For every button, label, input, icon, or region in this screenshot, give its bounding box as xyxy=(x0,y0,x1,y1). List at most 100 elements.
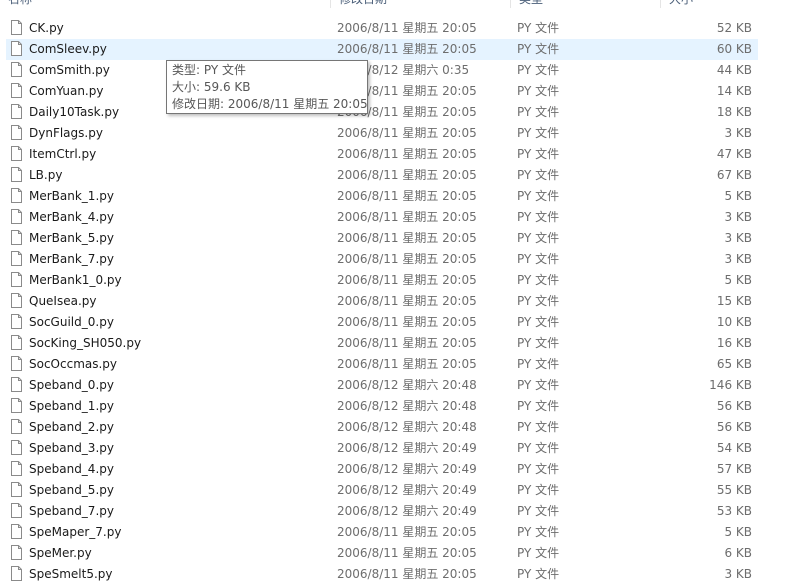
file-row[interactable]: SocKing_SH050.py 2006/8/11 星期五 20:05 PY 文件… xyxy=(6,333,758,354)
file-row[interactable]: CK.py 2006/8/11 星期五 20:05 PY 文件 52 KB xyxy=(6,18,758,39)
file-row[interactable]: SocGuild_0.py 2006/8/11 星期五 20:05 PY 文件 10 … xyxy=(6,312,758,333)
file-row[interactable]: QueIsea.py 2006/8/11 星期五 20:05 PY 文件 15 KB xyxy=(6,291,758,312)
file-modified-date: 2006/8/11 星期五 20:05 xyxy=(337,42,477,56)
py-file-icon xyxy=(11,398,22,413)
file-type: PY 文件 xyxy=(517,546,560,560)
file-row[interactable]: Speband_5.py 2006/8/12 星期六 20:49 PY 文件 55 K… xyxy=(6,480,758,501)
file-name: MerBank_7.py xyxy=(29,252,114,266)
py-file-icon xyxy=(11,461,22,476)
py-file-icon xyxy=(11,20,22,35)
file-type: PY 文件 xyxy=(517,483,560,497)
file-row[interactable]: MerBank_7.py 2006/8/11 星期五 20:05 PY 文件 3 KB xyxy=(6,249,758,270)
file-name: MerBank_4.py xyxy=(29,210,114,224)
file-type: PY 文件 xyxy=(517,399,560,413)
file-row[interactable]: ComYuan.py 2006/8/11 星期五 20:05 PY 文件 14 KB xyxy=(6,81,758,102)
file-row[interactable]: LB.py 2006/8/11 星期五 20:05 PY 文件 67 KB xyxy=(6,165,758,186)
file-modified-date: 2006/8/11 星期五 20:05 xyxy=(337,525,477,539)
py-file-icon xyxy=(11,377,22,392)
file-modified-date: 2006/8/12 星期六 20:49 xyxy=(337,504,477,518)
py-file-icon xyxy=(11,104,22,119)
file-type: PY 文件 xyxy=(517,441,560,455)
file-row[interactable]: Speband_1.py 2006/8/12 星期六 20:48 PY 文件 56 K… xyxy=(6,396,758,417)
py-file-icon xyxy=(11,293,22,308)
file-name: SpeMer.py xyxy=(29,546,92,560)
column-type-header[interactable]: 类型 xyxy=(510,0,659,8)
file-modified-date: 2006/8/11 星期五 20:05 xyxy=(337,126,477,140)
file-modified-date: 2006/8/11 星期五 20:05 xyxy=(337,147,477,161)
file-size: 5 KB xyxy=(724,525,752,539)
file-row[interactable]: MerBank_1.py 2006/8/11 星期五 20:05 PY 文件 5 KB xyxy=(6,186,758,207)
file-modified-date: 2006/8/12 星期六 20:48 xyxy=(337,399,477,413)
file-row[interactable]: ItemCtrl.py 2006/8/11 星期五 20:05 PY 文件 47 KB xyxy=(6,144,758,165)
file-name: ComYuan.py xyxy=(29,84,104,98)
file-modified-date: 2006/8/12 星期六 20:49 xyxy=(337,462,477,476)
py-file-icon xyxy=(11,251,22,266)
file-size: 14 KB xyxy=(716,84,752,98)
file-size: 18 KB xyxy=(716,105,752,119)
file-modified-date: 2006/8/11 星期五 20:05 xyxy=(337,336,477,350)
file-type: PY 文件 xyxy=(517,42,560,56)
file-row[interactable]: MerBank1_0.py 2006/8/11 星期五 20:05 PY 文件 5 K… xyxy=(6,270,758,291)
file-type: PY 文件 xyxy=(517,525,560,539)
file-row[interactable]: SocOccmas.py 2006/8/11 星期五 20:05 PY 文件 65 K… xyxy=(6,354,758,375)
file-type: PY 文件 xyxy=(517,336,560,350)
column-header: 名称 修改日期 类型 大小 xyxy=(0,0,811,8)
file-type: PY 文件 xyxy=(517,420,560,434)
file-name: MerBank_1.py xyxy=(29,189,114,203)
file-row[interactable]: Speband_0.py 2006/8/12 星期六 20:48 PY 文件 146 … xyxy=(6,375,758,396)
file-modified-date: 2006/8/11 星期五 20:05 xyxy=(337,273,477,287)
file-row[interactable]: SpeMaper_7.py 2006/8/11 星期五 20:05 PY 文件 5 K… xyxy=(6,522,758,543)
file-name: Speband_7.py xyxy=(29,504,114,518)
file-tooltip: 类型: PY 文件 大小: 59.6 KB 修改日期: 2006/8/11 星期… xyxy=(166,60,368,114)
file-row[interactable]: MerBank_4.py 2006/8/11 星期五 20:05 PY 文件 3 KB xyxy=(6,207,758,228)
file-size: 146 KB xyxy=(709,378,752,392)
file-row[interactable]: MerBank_5.py 2006/8/11 星期五 20:05 PY 文件 3 KB xyxy=(6,228,758,249)
file-type: PY 文件 xyxy=(517,357,560,371)
file-modified-date: 2006/8/12 星期六 20:49 xyxy=(337,483,477,497)
py-file-icon xyxy=(11,356,22,371)
file-name: CK.py xyxy=(29,21,64,35)
file-name: SpeSmelt5.py xyxy=(29,567,113,581)
file-type: PY 文件 xyxy=(517,210,560,224)
py-file-icon xyxy=(11,545,22,560)
file-name: QueIsea.py xyxy=(29,294,97,308)
py-file-icon xyxy=(11,314,22,329)
file-size: 54 KB xyxy=(716,441,752,455)
file-size: 47 KB xyxy=(716,147,752,161)
file-type: PY 文件 xyxy=(517,126,560,140)
py-file-icon xyxy=(11,440,22,455)
file-row[interactable]: ComSmith.py 2006/8/12 星期六 0:35 PY 文件 44 KB xyxy=(6,60,758,81)
file-modified-date: 2006/8/11 星期五 20:05 xyxy=(337,231,477,245)
file-row[interactable]: ComSleev.py 2006/8/11 星期五 20:05 PY 文件 60 KB xyxy=(6,39,758,60)
file-row[interactable]: Speband_4.py 2006/8/12 星期六 20:49 PY 文件 57 K… xyxy=(6,459,758,480)
file-type: PY 文件 xyxy=(517,252,560,266)
file-row[interactable]: DynFlags.py 2006/8/11 星期五 20:05 PY 文件 3 KB xyxy=(6,123,758,144)
file-modified-date: 2006/8/11 星期五 20:05 xyxy=(337,567,477,581)
file-type: PY 文件 xyxy=(517,567,560,581)
file-size: 56 KB xyxy=(716,399,752,413)
column-date-header[interactable]: 修改日期 xyxy=(330,0,509,8)
file-size: 65 KB xyxy=(716,357,752,371)
column-size-header[interactable]: 大小 xyxy=(660,0,809,8)
column-name-header[interactable]: 名称 xyxy=(0,0,330,8)
py-file-icon xyxy=(11,566,22,581)
py-file-icon xyxy=(11,41,22,56)
file-row[interactable]: Speband_2.py 2006/8/12 星期六 20:48 PY 文件 56 K… xyxy=(6,417,758,438)
file-row[interactable]: Speband_7.py 2006/8/12 星期六 20:49 PY 文件 53 K… xyxy=(6,501,758,522)
file-type: PY 文件 xyxy=(517,105,560,119)
file-type: PY 文件 xyxy=(517,147,560,161)
file-modified-date: 2006/8/12 星期六 20:49 xyxy=(337,441,477,455)
file-size: 56 KB xyxy=(716,420,752,434)
file-size: 10 KB xyxy=(716,315,752,329)
file-name: MerBank_5.py xyxy=(29,231,114,245)
file-row[interactable]: SpeSmelt5.py 2006/8/11 星期五 20:05 PY 文件 3 KB xyxy=(6,564,758,585)
file-modified-date: 2006/8/12 星期六 20:48 xyxy=(337,378,477,392)
file-type: PY 文件 xyxy=(517,462,560,476)
file-row[interactable]: SpeMer.py 2006/8/11 星期五 20:05 PY 文件 6 KB xyxy=(6,543,758,564)
file-row[interactable]: Speband_3.py 2006/8/12 星期六 20:49 PY 文件 54 K… xyxy=(6,438,758,459)
file-modified-date: 2006/8/11 星期五 20:05 xyxy=(337,210,477,224)
file-name: Speband_4.py xyxy=(29,462,114,476)
file-row[interactable]: Daily10Task.py 2006/8/11 星期五 20:05 PY 文件 18… xyxy=(6,102,758,123)
file-size: 57 KB xyxy=(716,462,752,476)
tooltip-size: 大小: 59.6 KB xyxy=(172,80,251,94)
